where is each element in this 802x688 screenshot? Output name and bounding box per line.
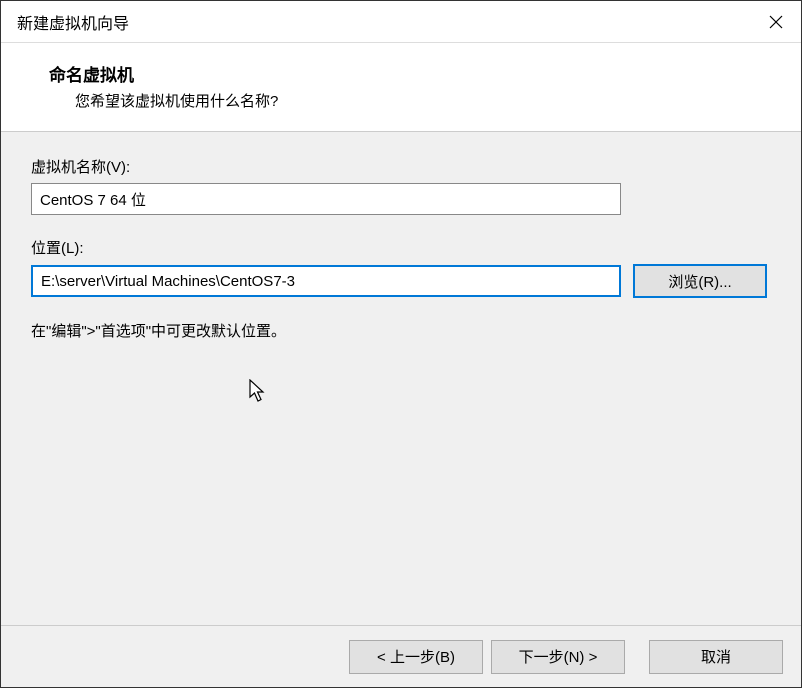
vm-name-group: 虚拟机名称(V): <box>31 156 771 215</box>
location-group: 位置(L): 浏览(R)... <box>31 237 771 298</box>
page-subtitle: 您希望该虚拟机使用什么名称? <box>75 90 781 111</box>
vm-name-label: 虚拟机名称(V): <box>31 156 771 177</box>
window-title: 新建虚拟机向导 <box>17 10 129 34</box>
wizard-window: 新建虚拟机向导 命名虚拟机 您希望该虚拟机使用什么名称? 虚拟机名称(V): 位… <box>0 0 802 688</box>
location-row: 浏览(R)... <box>31 264 771 298</box>
vm-name-input[interactable] <box>31 183 621 215</box>
cursor-icon <box>249 379 269 405</box>
page-title: 命名虚拟机 <box>49 61 781 86</box>
wizard-header: 命名虚拟机 您希望该虚拟机使用什么名称? <box>1 43 801 132</box>
wizard-content: 虚拟机名称(V): 位置(L): 浏览(R)... 在"编辑">"首选项"中可更… <box>1 132 801 625</box>
hint-text: 在"编辑">"首选项"中可更改默认位置。 <box>31 320 771 341</box>
cancel-button[interactable]: 取消 <box>649 640 783 674</box>
location-label: 位置(L): <box>31 237 771 258</box>
close-button[interactable] <box>751 1 801 43</box>
next-button[interactable]: 下一步(N) > <box>491 640 625 674</box>
titlebar: 新建虚拟机向导 <box>1 1 801 43</box>
browse-button[interactable]: 浏览(R)... <box>633 264 767 298</box>
close-icon <box>769 15 783 29</box>
location-input[interactable] <box>31 265 621 297</box>
back-button[interactable]: < 上一步(B) <box>349 640 483 674</box>
button-bar: < 上一步(B) 下一步(N) > 取消 <box>1 625 801 687</box>
